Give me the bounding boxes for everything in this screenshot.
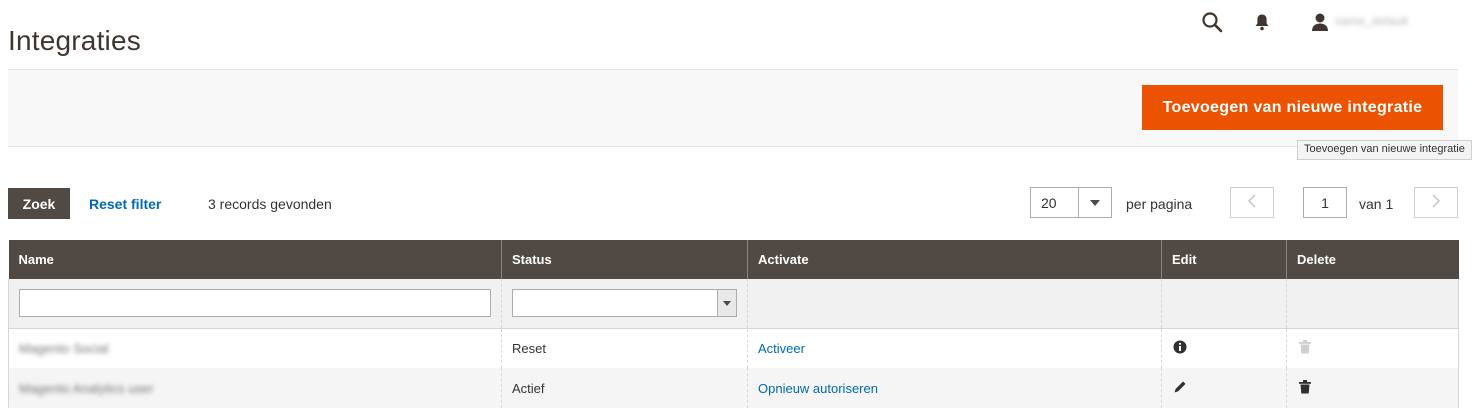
page-size-value: 20 — [1041, 195, 1057, 211]
info-icon[interactable] — [1172, 339, 1188, 355]
delete-cell — [1286, 368, 1459, 408]
integration-name-text: Magento Analytics user — [19, 380, 154, 396]
name-filter-input[interactable] — [19, 289, 491, 318]
add-button-tooltip: Toevoegen van nieuwe integratie — [1297, 140, 1472, 160]
integration-status: Reset — [501, 328, 748, 368]
chevron-down-icon[interactable] — [1078, 188, 1111, 217]
search-icon[interactable] — [1199, 8, 1225, 36]
grid-toolbar: Zoek Reset filter 3 records gevonden 20 … — [8, 187, 1458, 221]
page-size-select[interactable]: 20 — [1030, 187, 1112, 218]
records-found: 3 records gevonden — [208, 196, 332, 212]
column-header-delete[interactable]: Delete — [1286, 240, 1459, 279]
page-actions-bar: Toevoegen van nieuwe integratie — [8, 69, 1458, 147]
column-header-status[interactable]: Status — [501, 240, 748, 279]
chevron-right-icon — [1432, 194, 1441, 211]
integration-name: Magento Analytics user — [8, 368, 502, 408]
chevron-left-icon — [1247, 194, 1256, 211]
column-header-edit[interactable]: Edit — [1161, 240, 1287, 279]
search-button[interactable]: Zoek — [8, 188, 70, 219]
trash-icon — [1297, 339, 1313, 355]
column-header-name[interactable]: Name — [8, 240, 502, 279]
user-name[interactable]: name_default — [1335, 14, 1408, 28]
activate-cell: Activeer — [747, 328, 1162, 368]
edit-cell — [1161, 328, 1287, 368]
bell-icon[interactable] — [1249, 8, 1275, 36]
activate-filter-cell — [747, 279, 1162, 329]
user-icon[interactable] — [1307, 8, 1333, 36]
trash-icon[interactable] — [1297, 379, 1313, 395]
delete-cell — [1286, 328, 1459, 368]
activate-cell: Opnieuw autoriseren — [747, 368, 1162, 408]
chevron-down-icon[interactable] — [717, 290, 736, 317]
delete-filter-cell — [1286, 279, 1459, 329]
table-row: Magento Social Reset Activeer — [8, 328, 1459, 368]
next-page-button[interactable] — [1414, 187, 1458, 218]
column-header-activate[interactable]: Activate — [747, 240, 1162, 279]
per-page-label: per pagina — [1126, 196, 1193, 212]
integrations-grid: Name Status Activate Edit Delete Magento… — [8, 240, 1459, 408]
integration-name: Magento Social — [8, 328, 502, 368]
integration-status: Actief — [501, 368, 748, 408]
activate-link[interactable]: Activeer — [758, 341, 805, 356]
current-page-input[interactable] — [1303, 187, 1347, 218]
page-title: Integraties — [8, 24, 141, 56]
edit-cell — [1161, 368, 1287, 408]
reset-filter-link[interactable]: Reset filter — [89, 196, 161, 212]
grid-filter-row — [8, 279, 1459, 329]
table-row: Magento Analytics user Actief Opnieuw au… — [8, 368, 1459, 408]
edit-filter-cell — [1161, 279, 1287, 329]
grid-header-row: Name Status Activate Edit Delete — [8, 240, 1459, 279]
status-filter-cell — [501, 279, 748, 329]
pencil-icon[interactable] — [1172, 379, 1188, 395]
status-filter-select[interactable] — [512, 289, 737, 318]
previous-page-button[interactable] — [1230, 187, 1274, 218]
reauthorize-link[interactable]: Opnieuw autoriseren — [758, 381, 878, 396]
add-new-integration-button[interactable]: Toevoegen van nieuwe integratie — [1142, 85, 1443, 130]
integration-name-text: Magento Social — [19, 340, 109, 356]
name-filter-cell — [8, 279, 502, 329]
total-pages-label: van 1 — [1359, 196, 1394, 212]
